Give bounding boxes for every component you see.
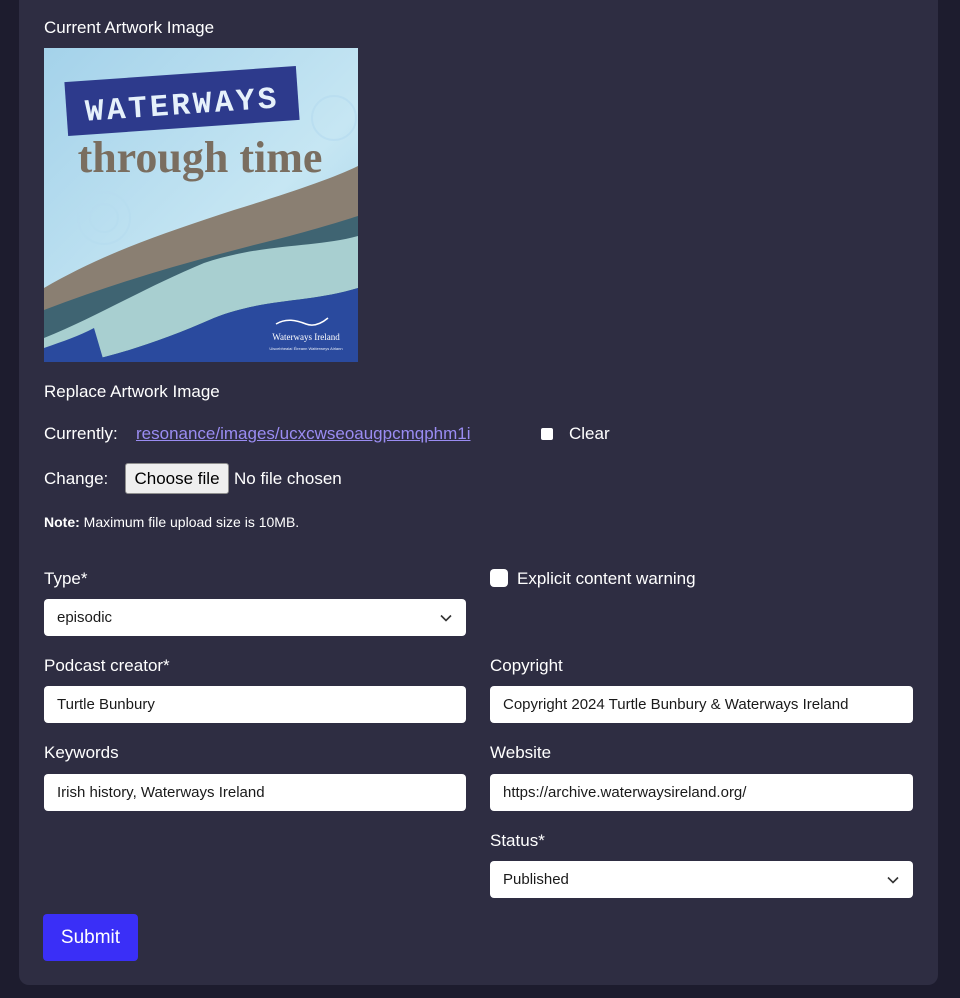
website-input[interactable]: https://archive.waterwaysireland.org/ (490, 774, 913, 811)
svg-text:Waterways Ireland: Waterways Ireland (272, 332, 340, 342)
replace-artwork-label: Replace Artwork Image (44, 382, 220, 401)
chevron-down-icon (887, 876, 899, 884)
podcast-creator-label: Podcast creator* (44, 656, 170, 675)
clear-checkbox[interactable] (541, 428, 553, 440)
artwork-image: WATERWAYS through time Waterways Ireland… (44, 48, 358, 362)
current-artwork-label: Current Artwork Image (44, 18, 215, 37)
type-select[interactable]: episodic (44, 599, 466, 636)
website-label: Website (490, 743, 552, 762)
keywords-label: Keywords (44, 743, 119, 762)
chevron-down-icon (440, 614, 452, 622)
note-bold-label: Note: (44, 514, 80, 530)
note-text: Maximum file upload size is 10MB. (79, 514, 300, 530)
explicit-content-label: Explicit content warning (517, 569, 696, 588)
type-label: Type* (44, 569, 88, 588)
currently-label: Currently: (44, 424, 118, 443)
submit-button[interactable]: Submit (43, 914, 138, 961)
clear-label: Clear (569, 424, 610, 443)
keywords-input[interactable]: Irish history, Waterways Ireland (44, 774, 466, 811)
podcast-creator-input[interactable]: Turtle Bunbury (44, 686, 466, 723)
svg-text:through time: through time (78, 133, 323, 182)
svg-text:Uiscebhealaí Éireann Watterw: Uiscebhealaí Éireann Watterweys Airlann (269, 346, 342, 351)
status-label: Status* (490, 831, 545, 850)
status-select-value: Published (503, 871, 569, 888)
status-select[interactable]: Published (490, 861, 913, 898)
type-select-value: episodic (57, 609, 113, 626)
explicit-content-checkbox[interactable] (490, 569, 508, 587)
choose-file-button[interactable]: Choose file (125, 463, 229, 494)
current-artwork-link[interactable]: resonance/images/ucxcwseoaugpcmqphm1i (136, 424, 471, 444)
file-status-text: No file chosen (234, 469, 342, 488)
copyright-label: Copyright (490, 656, 563, 675)
change-label: Change: (44, 469, 109, 488)
copyright-input[interactable]: Copyright 2024 Turtle Bunbury & Waterway… (490, 686, 913, 723)
upload-size-note: Note: Maximum file upload size is 10MB. (44, 514, 299, 530)
